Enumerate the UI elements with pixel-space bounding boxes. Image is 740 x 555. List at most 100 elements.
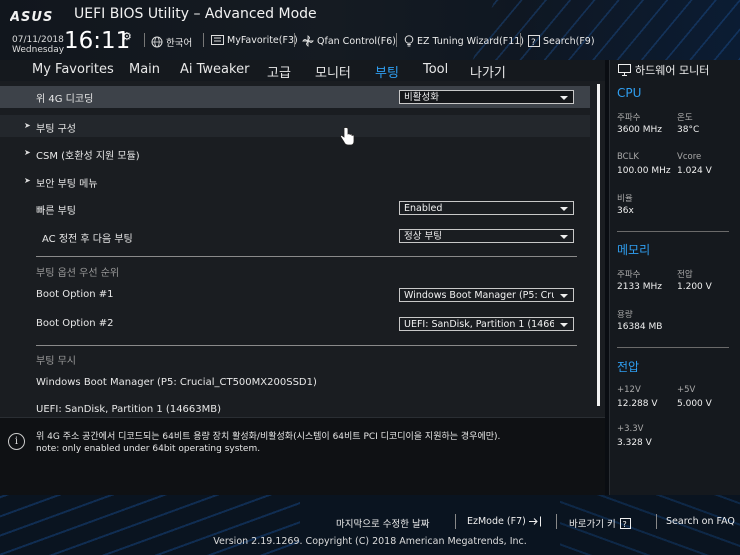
footer-separator — [656, 514, 657, 529]
v12-value: 12.288 V — [617, 399, 658, 409]
setting-above-4g-decoding[interactable]: 위 4G 디코딩 비활성화 — [0, 86, 590, 108]
submenu-label: 보안 부팅 메뉴 — [36, 179, 98, 190]
setting-label: Boot Option #2 — [36, 318, 114, 329]
last-modified-button[interactable]: 마지막으로 수정한 날짜 — [336, 516, 429, 530]
vcore-label: Vcore — [677, 152, 702, 162]
gear-icon[interactable]: ⚙ — [122, 30, 132, 43]
hw-section-cpu: CPU — [617, 86, 642, 100]
cpu-freq-label: 주파수 — [617, 113, 641, 123]
boot-option-1-select[interactable]: Windows Boot Manager (P5: Crucial_CT500M… — [399, 288, 574, 302]
section-boot-priority: 부팅 옵션 우선 순위 — [0, 263, 590, 279]
weekday: Wednesday — [12, 45, 65, 55]
tab-main[interactable]: Main — [129, 62, 160, 77]
qfan-button[interactable]: Qfan Control(F6) — [302, 35, 396, 47]
boot-override-label: UEFI: SanDisk, Partition 1 (14663MB) — [36, 404, 222, 415]
tab-exit[interactable]: 나가기 — [470, 62, 506, 81]
footer-separator — [556, 514, 557, 529]
ezmode-label: EzMode (F7) — [467, 516, 526, 527]
setting-ac-power-loss[interactable]: AC 정전 후 다음 부팅 정상 부팅 — [0, 227, 590, 247]
setting-label: 위 4G 디코딩 — [36, 94, 94, 105]
scrollbar[interactable] — [597, 84, 600, 406]
header-separator — [396, 33, 397, 47]
hotkeys-label: 바로가기 키 — [569, 519, 616, 530]
copyright-text: Version 2.19.1269. Copyright (C) 2018 Am… — [213, 536, 527, 547]
favorite-icon — [211, 35, 224, 45]
ez-tuning-button[interactable]: EZ Tuning Wizard(F11) — [404, 35, 524, 47]
boot-option-2-select[interactable]: UEFI: SanDisk, Partition 1 (14663MB) — [399, 317, 574, 331]
select-value: Windows Boot Manager (P5: Crucial_CT500M… — [404, 290, 554, 301]
myfavorite-label: MyFavorite(F3) — [227, 35, 298, 46]
v12-label: +12V — [617, 385, 641, 395]
section-title: 부팅 옵션 우선 순위 — [36, 268, 120, 279]
mem-volt-value: 1.200 V — [677, 282, 712, 292]
footer-separator — [455, 514, 456, 529]
cpu-temp-label: 온도 — [677, 113, 693, 123]
myfavorite-button[interactable]: MyFavorite(F3) — [211, 35, 298, 46]
date-display: 07/11/2018 Wednesday — [12, 35, 64, 55]
bclk-value: 100.00 MHz — [617, 166, 671, 176]
ezmode-button[interactable]: EzMode (F7) — [467, 516, 542, 527]
section-boot-override: 부팅 무시 — [0, 351, 590, 367]
language-button[interactable]: 한국어 — [151, 35, 192, 49]
tab-tool[interactable]: Tool — [423, 62, 448, 77]
mem-volt-label: 전압 — [677, 270, 693, 280]
boot-override-item[interactable]: Windows Boot Manager (P5: Crucial_CT500M… — [0, 374, 590, 394]
hardware-monitor-title: 하드웨어 모니터 — [618, 62, 709, 78]
help-text: 위 4G 주소 공간에서 디코드되는 64비트 용량 장치 활성화/비활성화(시… — [36, 431, 500, 455]
search-button[interactable]: ? Search(F9) — [528, 35, 595, 47]
tab-advanced[interactable]: 고급 — [267, 62, 291, 81]
chevron-down-icon — [560, 96, 568, 100]
hotkeys-button[interactable]: 바로가기 키 ? — [569, 516, 631, 530]
info-icon: i — [8, 433, 25, 450]
setting-fast-boot[interactable]: 빠른 부팅 Enabled — [0, 199, 590, 219]
mem-freq-value: 2133 MHz — [617, 282, 663, 292]
globe-icon — [151, 36, 163, 48]
hardware-monitor-panel: 하드웨어 모니터 CPU 주파수 온도 3600 MHz 38°C BCLK V… — [609, 60, 740, 495]
select-value: UEFI: SanDisk, Partition 1 (14663MB) — [404, 319, 554, 330]
boot-override-item[interactable]: UEFI: SanDisk, Partition 1 (14663MB) — [0, 401, 590, 417]
tab-ai-tweaker[interactable]: Ai Tweaker — [180, 62, 249, 77]
qfan-label: Qfan Control(F6) — [317, 35, 396, 47]
fan-icon — [302, 35, 314, 47]
search-faq-button[interactable]: Search on FAQ — [666, 516, 735, 527]
hw-divider — [617, 347, 729, 348]
main-tabs: My Favorites Main Ai Tweaker 고급 모니터 부팅 T… — [0, 60, 605, 85]
help-line-1: 위 4G 주소 공간에서 디코드되는 64비트 용량 장치 활성화/비활성화(시… — [36, 432, 501, 442]
fast-boot-select[interactable]: Enabled — [399, 201, 574, 215]
chevron-down-icon — [560, 323, 568, 327]
submenu-secure-boot[interactable]: ➤ 보안 부팅 메뉴 — [0, 171, 590, 191]
submenu-label: 부팅 구성 — [36, 124, 76, 135]
section-title: 부팅 무시 — [36, 356, 76, 367]
ratio-label: 비율 — [617, 194, 633, 204]
setting-boot-option-2[interactable]: Boot Option #2 UEFI: SanDisk, Partition … — [0, 315, 590, 335]
select-value: 정상 부팅 — [404, 231, 442, 242]
above-4g-select[interactable]: 비활성화 — [399, 90, 574, 104]
v5-value: 5.000 V — [677, 399, 712, 409]
header-separator — [294, 33, 295, 47]
submenu-csm[interactable]: ➤ CSM (호환성 지원 모듈) — [0, 143, 590, 163]
submenu-boot-configuration[interactable]: ➤ 부팅 구성 — [0, 115, 590, 137]
exit-arrow-icon — [528, 516, 541, 527]
divider — [36, 345, 577, 346]
mem-cap-label: 용량 — [617, 310, 633, 320]
vcore-value: 1.024 V — [677, 166, 712, 176]
hand-cursor-icon — [340, 127, 355, 146]
cpu-freq-value: 3600 MHz — [617, 125, 663, 135]
ac-power-select[interactable]: 정상 부팅 — [399, 229, 574, 243]
cpu-temp-value: 38°C — [677, 125, 700, 135]
footer-bar: 마지막으로 수정한 날짜 EzMode (F7) 바로가기 키 ? Search… — [0, 495, 740, 555]
hw-divider — [617, 231, 729, 232]
ratio-value: 36x — [617, 206, 634, 216]
setting-label: AC 정전 후 다음 부팅 — [42, 234, 133, 245]
hardware-monitor-label: 하드웨어 모니터 — [635, 64, 710, 77]
header-bar: ASUS UEFI BIOS Utility – Advanced Mode 0… — [0, 0, 740, 60]
header-separator — [203, 33, 204, 47]
divider — [36, 256, 577, 257]
setting-label: 빠른 부팅 — [36, 206, 76, 217]
tab-monitor[interactable]: 모니터 — [315, 62, 351, 81]
tab-my-favorites[interactable]: My Favorites — [32, 62, 114, 77]
setting-boot-option-1[interactable]: Boot Option #1 Windows Boot Manager (P5:… — [0, 286, 590, 306]
tab-boot[interactable]: 부팅 — [375, 62, 399, 85]
chevron-right-icon: ➤ — [24, 121, 31, 130]
svg-text:?: ? — [622, 520, 626, 529]
